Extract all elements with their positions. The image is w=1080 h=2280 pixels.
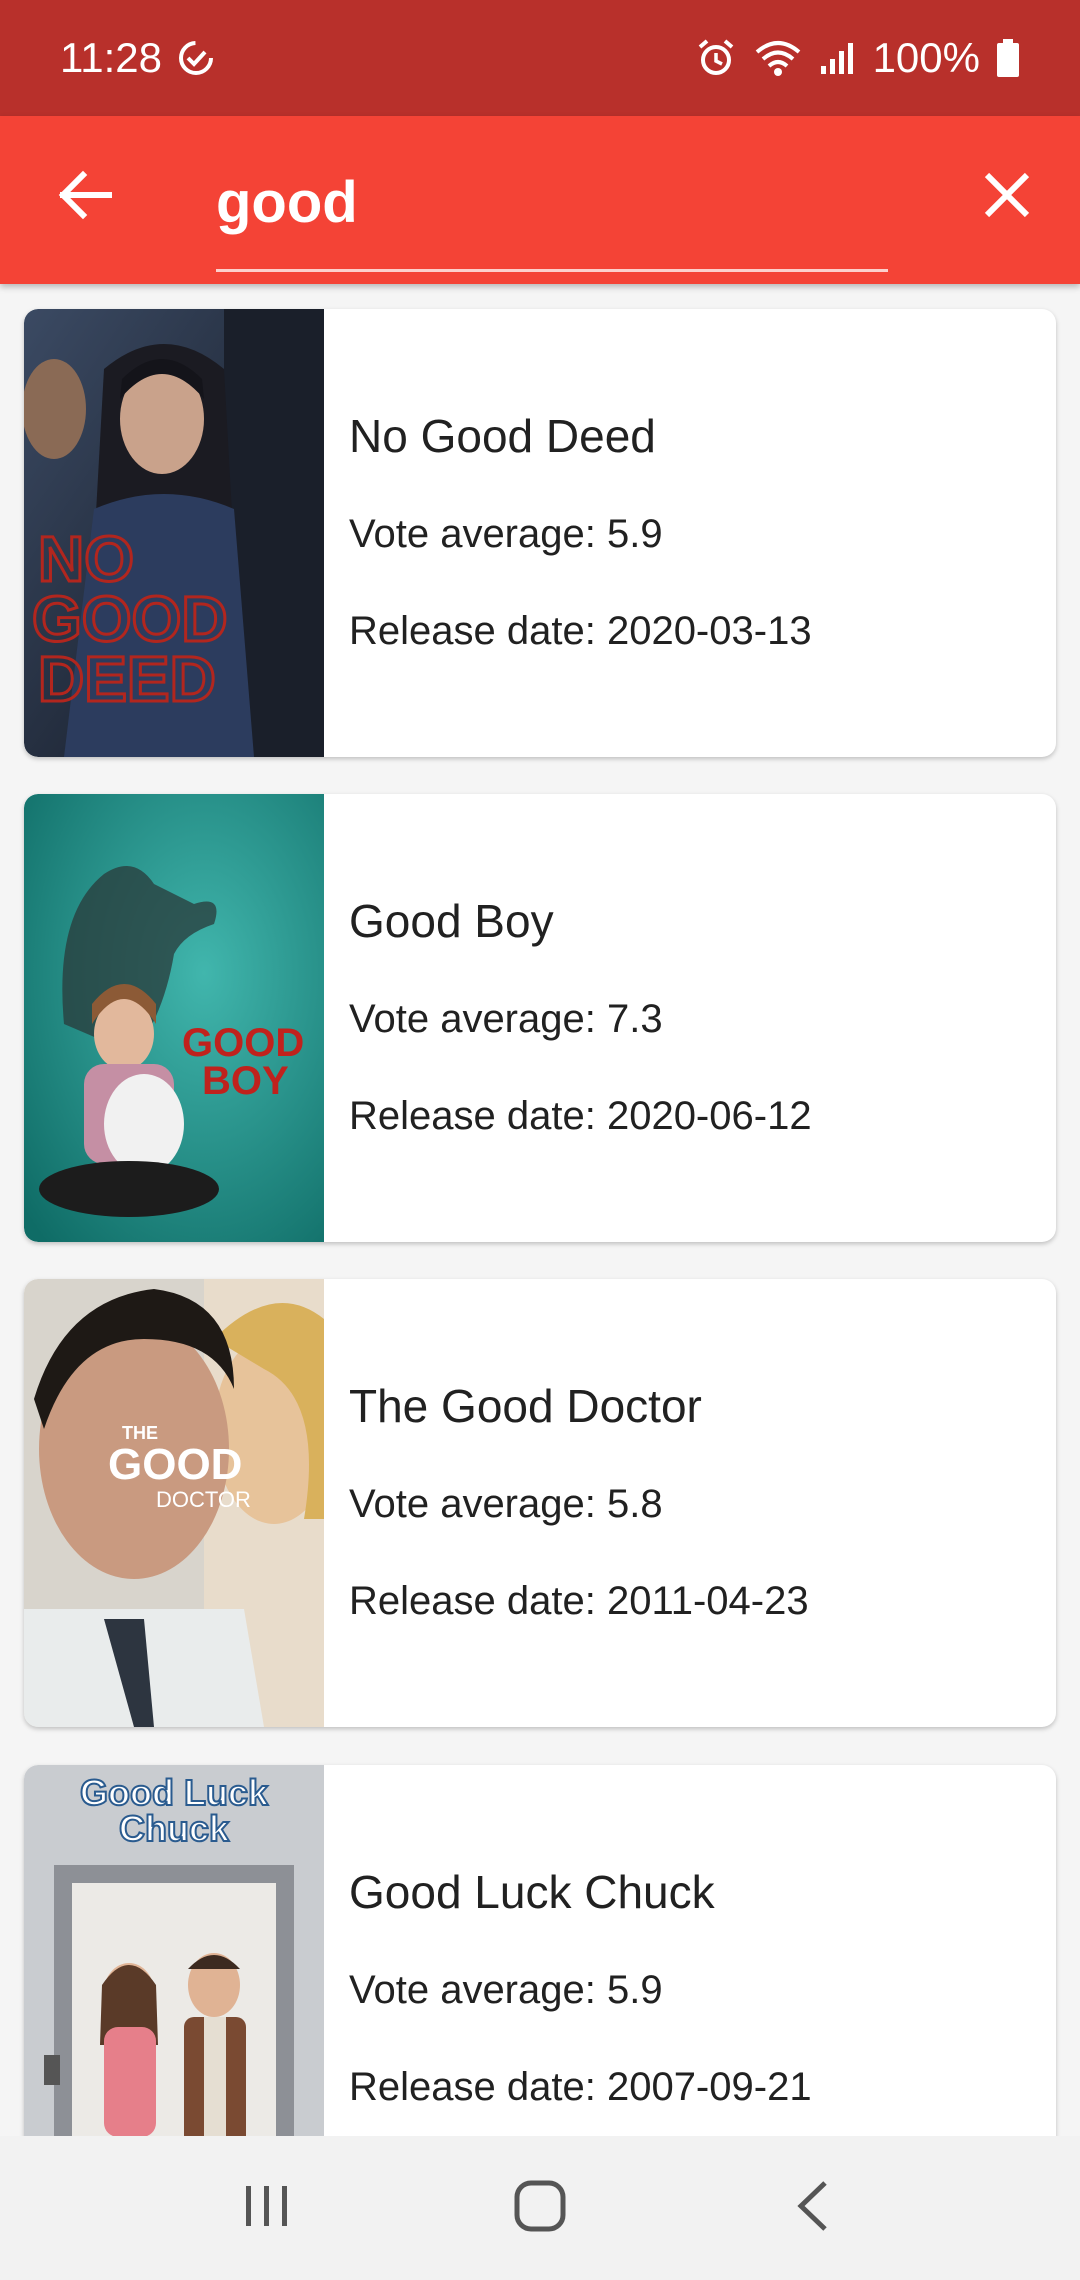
movie-card[interactable]: NO GOOD DEED No Good Deed Vote average: …: [24, 309, 1056, 757]
battery-percent: 100%: [872, 34, 980, 81]
arrow-left-icon: [57, 170, 113, 225]
svg-text:Chuck: Chuck: [119, 1808, 230, 1849]
svg-text:DEED: DEED: [38, 643, 216, 715]
status-time: 11:28: [60, 34, 162, 81]
movie-info: Good Boy Vote average: 7.3 Release date:…: [349, 794, 1036, 1242]
movie-vote-average: Vote average: 5.9: [349, 512, 663, 556]
home-icon: [513, 2179, 567, 2238]
svg-text:DOCTOR: DOCTOR: [156, 1487, 251, 1512]
status-right: 100%: [695, 34, 1020, 82]
search-field[interactable]: [216, 152, 888, 272]
sync-check-icon: [176, 38, 216, 78]
close-icon: [983, 171, 1031, 224]
svg-text:GOOD: GOOD: [108, 1440, 242, 1489]
movie-title: No Good Deed: [349, 410, 656, 462]
results-list[interactable]: NO GOOD DEED No Good Deed Vote average: …: [0, 284, 1080, 2136]
svg-text:BOY: BOY: [202, 1059, 289, 1103]
movie-card[interactable]: Good Luck Chuck Good Luck Chuck Vote ave…: [24, 1765, 1056, 2136]
status-left: 11:28: [60, 34, 216, 82]
status-bar: 11:28 100%: [0, 0, 1080, 116]
movie-vote-average: Vote average: 7.3: [349, 997, 663, 1041]
alarm-icon: [695, 37, 737, 79]
signal-icon: [819, 40, 857, 76]
battery-icon: [996, 38, 1020, 78]
movie-release-date: Release date: 2020-06-12: [349, 1094, 812, 1138]
svg-text:Good Luck: Good Luck: [80, 1772, 269, 1813]
chevron-left-icon: [793, 2179, 833, 2238]
movie-release-date: Release date: 2011-04-23: [349, 1579, 809, 1623]
system-back-button[interactable]: [763, 2158, 863, 2258]
movie-title: Good Luck Chuck: [349, 1866, 715, 1918]
movie-release-date: Release date: 2007-09-21: [349, 2065, 812, 2109]
back-button[interactable]: [50, 162, 120, 232]
movie-poster: Good Luck Chuck: [24, 1765, 324, 2136]
clear-search-button[interactable]: [972, 162, 1042, 232]
recents-icon: [242, 2182, 292, 2235]
movie-card[interactable]: THE GOOD DOCTOR The Good Doctor Vote ave…: [24, 1279, 1056, 1727]
movie-info: Good Luck Chuck Vote average: 5.9 Releas…: [349, 1765, 1036, 2136]
movie-info: The Good Doctor Vote average: 5.8 Releas…: [349, 1279, 1036, 1727]
movie-vote-average: Vote average: 5.8: [349, 1482, 663, 1526]
recent-apps-button[interactable]: [217, 2158, 317, 2258]
movie-release-date: Release date: 2020-03-13: [349, 609, 812, 653]
movie-poster: GOOD BOY: [24, 794, 324, 1242]
movie-vote-average: Vote average: 5.9: [349, 1968, 663, 2012]
movie-poster: THE GOOD DOCTOR: [24, 1279, 324, 1727]
system-nav-bar: [0, 2136, 1080, 2280]
search-input[interactable]: [216, 152, 888, 252]
home-button[interactable]: [490, 2158, 590, 2258]
movie-poster: NO GOOD DEED: [24, 309, 324, 757]
movie-info: No Good Deed Vote average: 5.9 Release d…: [349, 309, 1036, 757]
movie-title: Good Boy: [349, 895, 554, 947]
movie-title: The Good Doctor: [349, 1380, 702, 1432]
search-app-bar: [0, 116, 1080, 284]
movie-card[interactable]: GOOD BOY Good Boy Vote average: 7.3 Rele…: [24, 794, 1056, 1242]
wifi-icon: [753, 38, 803, 78]
